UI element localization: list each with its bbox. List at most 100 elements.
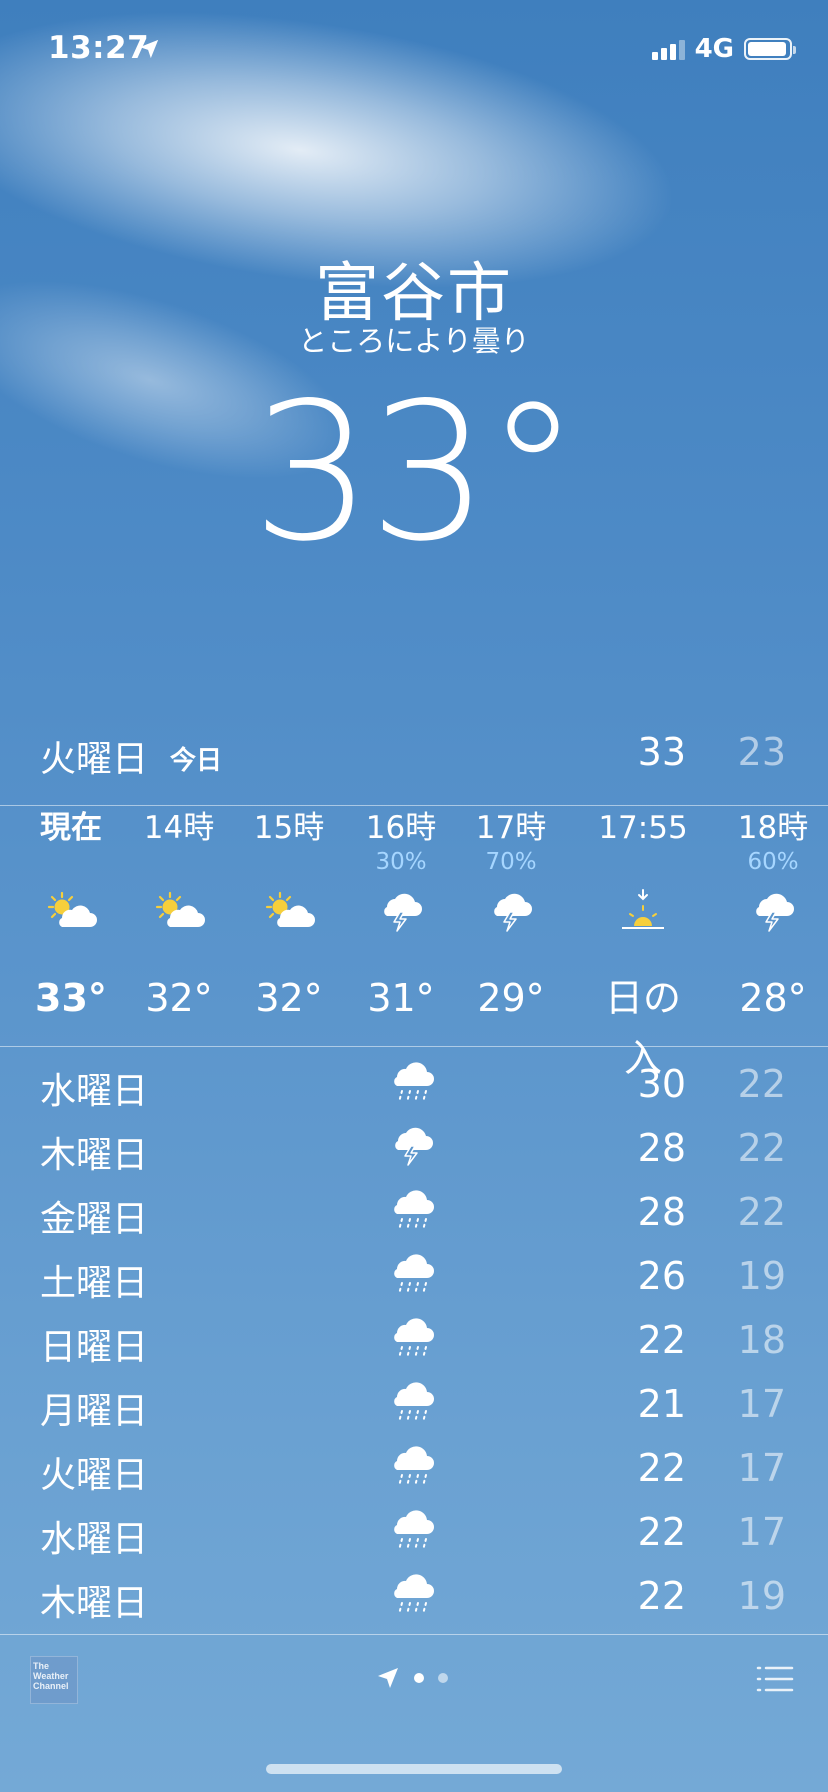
hour-temp: 32° [145, 976, 213, 1020]
rain-icon [390, 1572, 436, 1618]
rain-icon [390, 1060, 436, 1106]
precip-chance [588, 848, 698, 876]
network-type: 4G [694, 34, 734, 64]
rain-icon [390, 1188, 436, 1234]
divider [0, 1634, 828, 1635]
daily-row: 水曜日 22 17 [0, 1502, 828, 1566]
day-low: 22 [737, 1190, 786, 1234]
thunderstorm-icon [718, 876, 828, 946]
daily-row: 金曜日 28 22 [0, 1182, 828, 1246]
weather-channel-logo[interactable]: The Weather Channel [30, 1656, 78, 1704]
day-high: 22 [637, 1318, 686, 1362]
day-name: 木曜日 [40, 1583, 149, 1624]
page-dot [438, 1673, 448, 1683]
day-high: 21 [637, 1382, 686, 1426]
day-high: 22 [637, 1574, 686, 1618]
hour-label: 現在 [40, 810, 102, 846]
hourly-item: 17:55 日の入 [588, 808, 698, 1080]
home-indicator[interactable] [266, 1764, 562, 1774]
day-high: 22 [637, 1510, 686, 1554]
partly-sunny-icon [124, 876, 234, 946]
precip-chance [16, 848, 126, 876]
daily-row: 木曜日 22 19 [0, 1566, 828, 1630]
day-high: 28 [637, 1190, 686, 1234]
precip-chance [124, 848, 234, 876]
current-temperature: 33° [251, 362, 581, 583]
day-name: 水曜日 [40, 1071, 149, 1112]
day-high: 30 [637, 1062, 686, 1106]
daily-forecast: 水曜日 30 22 木曜日 28 22 金曜日 28 22 土曜日 26 19 … [0, 1054, 828, 1630]
day-low: 17 [737, 1510, 786, 1554]
day-low: 19 [737, 1254, 786, 1298]
bottom-toolbar: The Weather Channel [0, 1636, 828, 1736]
rain-icon [390, 1380, 436, 1426]
partly-sunny-icon [234, 876, 344, 946]
hour-temp: 28° [739, 976, 807, 1020]
hour-label: 18時 [737, 810, 809, 846]
hourly-item: 14時 32° [124, 808, 234, 1028]
status-bar: 13:27 4G [0, 0, 828, 100]
battery-icon [744, 38, 796, 60]
today-high: 33 [637, 730, 686, 774]
hour-label: 14時 [143, 810, 215, 846]
day-low: 17 [737, 1446, 786, 1490]
sunset-icon [588, 876, 698, 946]
hourly-item: 現在 33° [16, 808, 126, 1028]
today-label: 今日 [170, 746, 223, 776]
signal-icon [651, 38, 685, 60]
hourly-item: 18時 60% 28° [718, 808, 828, 1028]
rain-icon [390, 1444, 436, 1490]
divider [0, 805, 828, 806]
day-name: 土曜日 [40, 1263, 149, 1304]
rain-icon [390, 1508, 436, 1554]
hour-label: 17時 [475, 810, 547, 846]
day-low: 18 [737, 1318, 786, 1362]
hour-temp: 29° [477, 976, 545, 1020]
precip-chance [234, 848, 344, 876]
page-indicator[interactable] [376, 1666, 448, 1690]
day-high: 26 [637, 1254, 686, 1298]
partly-sunny-icon [16, 876, 126, 946]
rain-icon [390, 1316, 436, 1362]
hour-temp: 33° [35, 976, 107, 1020]
hour-label: 15時 [253, 810, 325, 846]
condition-text: ところにより曇り [298, 324, 530, 358]
hour-temp: 31° [367, 976, 435, 1020]
hour-label: 16時 [365, 810, 437, 846]
hourly-item: 16時 30% 31° [346, 808, 456, 1028]
hour-temp: 日の入 [604, 976, 681, 1080]
page-dot [414, 1673, 424, 1683]
day-name: 火曜日 [40, 1455, 149, 1496]
hourly-item: 15時 32° [234, 808, 344, 1028]
thunderstorm-icon [390, 1124, 436, 1170]
day-low: 17 [737, 1382, 786, 1426]
hour-temp: 32° [255, 976, 323, 1020]
day-name: 日曜日 [40, 1327, 149, 1368]
status-time: 13:27 [48, 30, 150, 66]
daily-row: 水曜日 30 22 [0, 1054, 828, 1118]
day-high: 22 [637, 1446, 686, 1490]
day-name: 金曜日 [40, 1199, 149, 1240]
today-row: 火曜日 今日 33 23 [0, 730, 828, 786]
divider [0, 1046, 828, 1047]
hourly-item: 17時 70% 29° [456, 808, 566, 1028]
precip-chance: 30% [375, 849, 427, 875]
location-arrow-icon [139, 39, 159, 59]
hourly-forecast[interactable]: 現在 33° 14時 32° 15時 32° 16時 30% 31° 17時 7… [0, 808, 828, 1080]
daily-row: 土曜日 26 19 [0, 1246, 828, 1310]
today-day: 火曜日 [40, 739, 149, 780]
day-low: 22 [737, 1126, 786, 1170]
daily-row: 日曜日 22 18 [0, 1310, 828, 1374]
day-name: 木曜日 [40, 1135, 149, 1176]
hour-label: 17:55 [598, 810, 688, 846]
list-icon[interactable] [756, 1664, 794, 1694]
rain-icon [390, 1252, 436, 1298]
day-name: 水曜日 [40, 1519, 149, 1560]
precip-chance: 60% [747, 849, 799, 875]
day-low: 22 [737, 1062, 786, 1106]
precip-chance: 70% [485, 849, 537, 875]
day-name: 月曜日 [40, 1391, 149, 1432]
day-high: 28 [637, 1126, 686, 1170]
daily-row: 火曜日 22 17 [0, 1438, 828, 1502]
daily-row: 月曜日 21 17 [0, 1374, 828, 1438]
